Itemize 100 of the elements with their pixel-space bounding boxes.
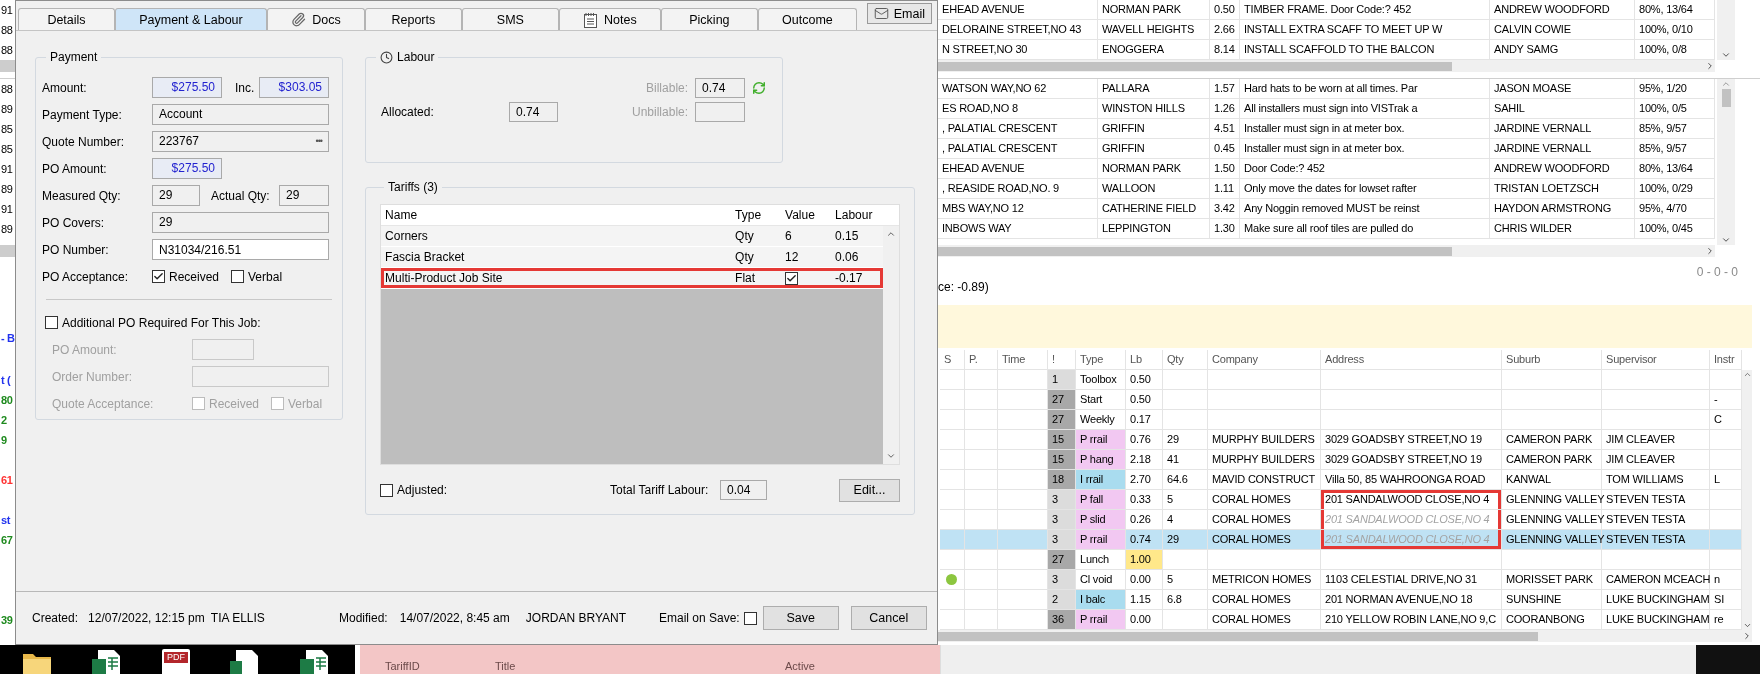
table-row[interactable]: 18 I rrail 2.70 64.6 MAVID CONSTRUCT Villa 50, 85 WAHROONGA ROAD KANWAL TOM WILLIAMS L [940,470,1742,490]
table-row[interactable]: 2 I balc 1.15 6.8 CORAL HOMES 201 NORMAN AVENUE,NO 18 SUNSHINE LUKE BUCKINGHAM SI [940,590,1742,610]
tab[interactable]: SMS [461,8,559,30]
total-labour-field[interactable]: 0.04 [720,480,768,500]
quote-number-field[interactable]: 223767 ••• [152,131,329,152]
column-header[interactable]: P. [965,350,998,370]
table-row[interactable]: 27 Start 0.50 - [940,390,1742,410]
tab[interactable]: Payment & Labour [115,8,267,30]
column-header[interactable]: Labour [831,205,884,225]
scroll-thumb[interactable] [1721,89,1731,107]
tab[interactable]: Picking [660,8,758,30]
tab[interactable]: Details [18,8,115,30]
scrollbar[interactable] [0,245,15,257]
scroll-right-icon[interactable] [1705,61,1715,71]
table-row[interactable]: 27 Lunch 1.00 [940,550,1742,570]
table-row[interactable]: 36 P rrail 0.00 CORAL HOMES 210 YELLOW ROBIN LANE,NO 9,C COORANBONG LUKE BUCKINGHAM re [940,610,1742,630]
table-row[interactable]: 3 P rrail 0.74 29 CORAL HOMES 201 SANDALWOOD CLOSE,NO 4 GLENNING VALLEYSTEVEN TESTA [940,530,1742,550]
spreadsheet-icon[interactable] [92,649,122,674]
tariff-row[interactable]: Corners Qty 6 0.15 [381,226,884,247]
scroll-thumb[interactable] [938,631,1538,641]
tab[interactable]: Docs [266,8,365,30]
scroll-up-icon[interactable] [1742,370,1752,379]
column-header[interactable]: Title [495,660,785,672]
table-row[interactable]: 1 Toolbox 0.50 [940,370,1742,390]
scroll-up-icon[interactable] [1721,79,1731,89]
scrollbar[interactable] [1742,370,1752,630]
checkbox[interactable] [380,483,394,497]
column-header[interactable]: Active [785,660,905,672]
list-text: t ( [0,373,12,388]
document-icon[interactable] [230,649,260,674]
scroll-right-icon[interactable] [1742,631,1752,641]
tariff-row[interactable]: Multi-Product Job Site Flat -0.17 [381,268,884,289]
column-header[interactable]: Supervisor [1602,350,1710,370]
edit-button[interactable]: Edit... [839,478,901,502]
scrollbar[interactable] [938,60,1715,72]
column-header[interactable]: Suburb [1502,350,1602,370]
pdf-file-icon[interactable]: PDF [162,649,190,674]
table-row[interactable]: 3 Cl void 0.00 5 METRICON HOMES 1103 CELESTIAL DRIVE,NO 31 MORISSET PARK CAMERON MCEACH n [940,570,1742,590]
column-header[interactable]: Address [1321,350,1502,370]
measured-qty-field[interactable]: 29 [152,185,200,206]
scroll-down-icon[interactable] [886,451,897,461]
inc-field[interactable]: $303.05 [259,77,329,98]
tab[interactable]: Notes [558,8,661,30]
scrollbar[interactable] [1717,0,1735,60]
scrollbar[interactable] [938,245,1715,257]
amount-field[interactable]: $275.50 [152,77,222,98]
column-header[interactable]: Time [998,350,1048,370]
actual-qty-field[interactable]: 29 [279,185,329,206]
table-cell: SAHIL [1490,99,1635,119]
unbillable-field[interactable] [695,102,746,122]
tab[interactable]: Reports [364,8,462,30]
column-header[interactable]: Type [731,205,782,225]
payment-type-field[interactable]: Account [152,104,329,125]
po-covers-field[interactable]: 29 [152,212,329,233]
column-header[interactable]: Instr [1710,350,1742,370]
column-header[interactable]: Company [1208,350,1321,370]
table-cell-text: Corners [384,229,429,243]
scroll-up-icon[interactable] [886,229,897,239]
checkbox[interactable] [743,611,757,625]
browse-button[interactable]: ••• [315,132,322,151]
allocated-field[interactable]: 0.74 [509,102,559,122]
scrollbar[interactable] [1717,79,1735,245]
checkbox[interactable] [231,270,245,283]
column-header[interactable]: Value [781,205,832,225]
po-amount-field[interactable]: $275.50 [152,158,222,179]
scroll-down-icon[interactable] [1721,235,1731,245]
table-row[interactable]: 27 Weekly 0.17 C [940,410,1742,430]
checkbox[interactable] [152,270,165,283]
table-row[interactable]: 3 P fall 0.33 5 CORAL HOMES 201 SANDALWOOD CLOSE,NO 4 GLENNING VALLEYSTEVEN TESTA [940,490,1742,510]
group-title: Tariffs (3) [388,180,438,194]
scroll-down-icon[interactable] [1721,50,1731,60]
cancel-button[interactable]: Cancel [850,606,927,630]
list-text: 39 [0,613,14,628]
spreadsheet-icon[interactable] [300,649,330,674]
column-header[interactable]: Lb [1126,350,1163,370]
po-amount-field[interactable] [192,339,254,360]
po-number-field[interactable]: N31034/216.51 [152,239,329,260]
table-row[interactable]: 15 P rrail 0.76 29 MURPHY BUILDERS 3029 GOADSBY STREET,NO 19 CAMERON PARK JIM CLEAVER [940,430,1742,450]
column-header[interactable]: TariffID [385,660,495,672]
scroll-thumb[interactable] [938,61,1452,71]
tariff-row[interactable]: Fascia Bracket Qty 12 0.06 [381,247,884,268]
scroll-right-icon[interactable] [1705,246,1715,256]
tab[interactable]: Outcome [757,8,858,30]
save-button[interactable]: Save [762,606,839,630]
scrollbar[interactable] [938,630,1752,642]
order-number-field[interactable] [192,366,329,387]
email-button[interactable]: Email [866,3,932,24]
scroll-thumb[interactable] [938,246,1452,256]
scroll-down-icon[interactable] [1742,621,1752,630]
checkbox[interactable] [785,271,799,285]
table-row[interactable]: 15 P hang 2.18 41 MURPHY BUILDERS 3029 GOADSBY STREET,NO 19 CAMERON PARK JIM CLEAVER [940,450,1742,470]
refresh-icon[interactable] [752,81,767,95]
table-row[interactable]: 3 P slid 0.26 4 CORAL HOMES 201 SANDALWOOD CLOSE,NO 4 GLENNING VALLEYSTEVEN TESTA [940,510,1742,530]
column-header[interactable]: Qty [1163,350,1208,370]
priority-cell: 18 [1048,470,1076,490]
column-header[interactable]: S [940,350,965,370]
scrollbar[interactable] [0,60,15,72]
column-header[interactable]: ! [1048,350,1076,370]
column-header[interactable]: Type [1076,350,1126,370]
column-header[interactable]: Name [381,205,732,225]
